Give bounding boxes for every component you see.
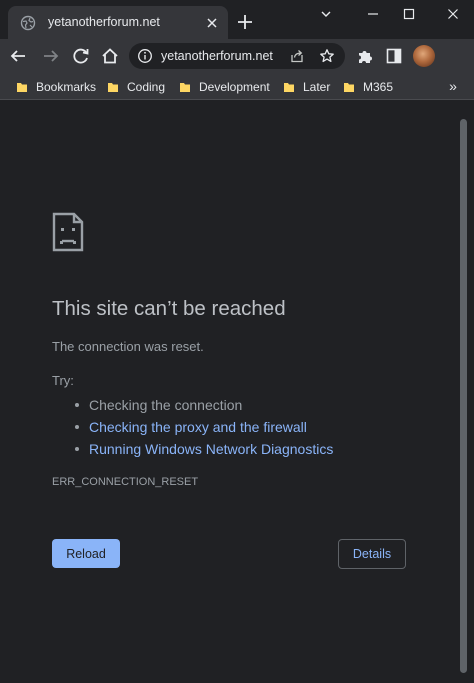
side-panel-icon[interactable] [383, 45, 405, 67]
bookmark-folder-development[interactable]: Development [179, 78, 270, 96]
window-close-icon[interactable] [442, 6, 464, 22]
folder-icon [108, 83, 118, 92]
puzzle-icon[interactable] [354, 45, 376, 67]
plus-icon[interactable] [235, 12, 255, 32]
folder-icon [284, 83, 294, 92]
error-code: ERR_CONNECTION_RESET [52, 476, 199, 488]
bookmark-folder-m365[interactable]: M365 [343, 78, 393, 96]
suggestion-check-proxy-link[interactable]: Checking the proxy and the firewall [74, 416, 333, 438]
info-icon[interactable] [137, 48, 153, 64]
tab-title: yetanotherforum.net [48, 15, 160, 29]
bookmark-folder-bookmarks[interactable]: Bookmarks [16, 78, 96, 96]
back-arrow-icon[interactable] [7, 45, 29, 67]
folder-icon [17, 83, 27, 92]
minimize-icon[interactable] [362, 6, 384, 22]
url-text: yetanotherforum.net [161, 49, 273, 63]
active-tab[interactable]: yetanotherforum.net [8, 6, 228, 39]
folder-icon [344, 83, 354, 92]
bookmark-label: Coding [127, 80, 166, 94]
forward-arrow-icon[interactable] [40, 45, 62, 67]
title-bar: yetanotherforum.net [0, 0, 474, 39]
page-content: This site can’t be reached The connectio… [0, 101, 474, 683]
star-icon[interactable] [319, 48, 335, 64]
chevron-down-icon[interactable] [315, 6, 337, 22]
suggestion-check-connection: Checking the connection [74, 394, 333, 416]
home-icon[interactable] [99, 45, 121, 67]
suggestion-list: Checking the connection Checking the pro… [74, 394, 333, 460]
error-subtitle: The connection was reset. [52, 339, 204, 354]
bookmark-label: Later [303, 80, 331, 94]
reload-button[interactable]: Reload [52, 539, 120, 568]
reload-icon[interactable] [70, 45, 92, 67]
bookmark-folder-coding[interactable]: Coding [107, 78, 165, 96]
bookmarks-bar: Bookmarks Coding Development Later M365 … [0, 73, 474, 100]
details-button[interactable]: Details [338, 539, 406, 569]
maximize-icon[interactable] [398, 6, 420, 22]
sad-page-icon [52, 212, 84, 252]
close-icon[interactable] [204, 15, 220, 31]
error-title: This site can’t be reached [52, 297, 286, 320]
folder-icon [180, 83, 190, 92]
address-bar[interactable]: yetanotherforum.net [129, 43, 345, 69]
bookmark-label: Development [199, 80, 270, 94]
bookmark-label: Bookmarks [36, 80, 97, 94]
bookmarks-overflow-button[interactable]: » [445, 77, 461, 95]
share-icon[interactable] [289, 48, 305, 64]
bookmark-folder-later[interactable]: Later [283, 78, 330, 96]
try-label: Try: [52, 373, 74, 388]
scrollbar[interactable] [460, 119, 467, 673]
bookmark-label: M365 [363, 80, 394, 94]
globe-icon [20, 15, 36, 31]
profile-avatar[interactable] [413, 45, 435, 67]
toolbar: yetanotherforum.net [0, 39, 474, 73]
suggestion-network-diagnostics-link[interactable]: Running Windows Network Diagnostics [74, 438, 333, 460]
